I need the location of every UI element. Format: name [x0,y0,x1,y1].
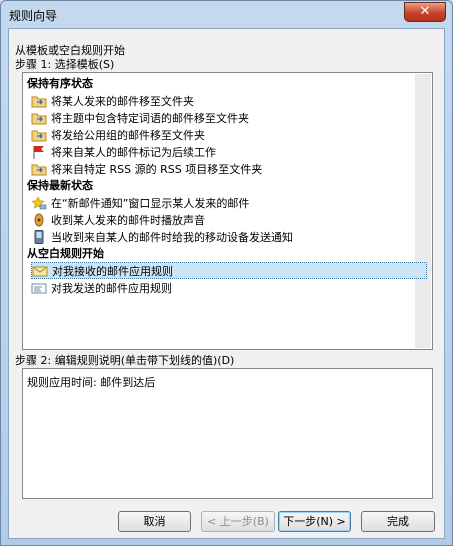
window-title: 规则向导 [9,9,58,23]
mobile-device-icon [31,229,47,244]
section-header: 保持有序状态 [27,77,93,90]
template-item[interactable]: 将发给公用组的邮件移至文件夹 [31,126,427,143]
back-button[interactable]: < 上一步(B) [201,511,275,532]
template-item[interactable]: 将主题中包含特定词语的邮件移至文件夹 [31,109,427,126]
speaker-icon [31,213,47,227]
step1-label: 步骤 1: 选择模板(S) [15,58,115,71]
template-item-label: 将来自特定 RSS 源的 RSS 项目移至文件夹 [51,162,263,176]
template-item[interactable]: 对我发送的邮件应用规则 [31,279,427,296]
folder-move-icon [31,94,47,108]
template-item[interactable]: 收到某人发来的邮件时播放声音 [31,211,427,228]
finish-button[interactable]: 完成 [361,511,435,532]
template-item-label: 在“新邮件通知”窗口显示某人发来的邮件 [51,196,250,210]
cancel-button[interactable]: 取消 [118,511,191,532]
template-item[interactable]: 在“新邮件通知”窗口显示某人发来的邮件 [31,194,427,211]
template-item-label: 将发给公用组的邮件移至文件夹 [51,128,205,142]
dialog-body: 从模板或空白规则开始 步骤 1: 选择模板(S) 保持有序状态 将某人发来的邮件移… [8,28,445,539]
template-item-label: 对我接收的邮件应用规则 [52,264,173,278]
envelope-icon [32,264,48,278]
template-item-label: 当收到来自某人的邮件时给我的移动设备发送通知 [51,230,293,244]
template-item[interactable]: 对我接收的邮件应用规则 [31,262,427,279]
rule-description-text: 规则应用时间: 邮件到达后 [27,376,156,389]
folder-move-icon [31,162,47,176]
close-icon: ✕ [419,4,431,19]
folder-move-icon [31,111,47,125]
rule-description-box[interactable]: 规则应用时间: 邮件到达后 [22,368,433,499]
template-item-label: 将来自某人的邮件标记为后续工作 [51,145,216,159]
template-item[interactable]: 当收到来自某人的邮件时给我的移动设备发送通知 [31,228,427,245]
template-list[interactable]: 保持有序状态将某人发来的邮件移至文件夹将主题中包含特定词语的邮件移至文件夹 将发给… [22,72,433,350]
template-item[interactable]: 将某人发来的邮件移至文件夹 [31,92,427,109]
step2-label: 步骤 2: 编辑规则说明(单击带下划线的值)(D) [15,354,235,367]
next-button[interactable]: 下一步(N) > [278,511,351,532]
star-notify-icon [31,195,47,210]
sent-mail-icon [31,281,47,295]
close-button[interactable]: ✕ [404,2,446,22]
template-item-label: 对我发送的邮件应用规则 [51,281,172,295]
section-header: 从空白规则开始 [27,247,104,260]
template-item[interactable]: 将来自特定 RSS 源的 RSS 项目移至文件夹 [31,160,427,177]
template-item-label: 将某人发来的邮件移至文件夹 [51,94,194,108]
template-item[interactable]: 将来自某人的邮件标记为后续工作 [31,143,427,160]
red-flag-icon [31,145,47,159]
template-item-label: 收到某人发来的邮件时播放声音 [51,213,205,227]
title-bar: 规则向导 ✕ [1,1,452,27]
template-item-label: 将主题中包含特定词语的邮件移至文件夹 [51,111,249,125]
section-header: 保持最新状态 [27,179,93,192]
rules-wizard-window: 规则向导 ✕ 从模板或空白规则开始 步骤 1: 选择模板(S) 保持有序状态 将某… [0,0,453,546]
folder-move-icon [31,128,47,142]
